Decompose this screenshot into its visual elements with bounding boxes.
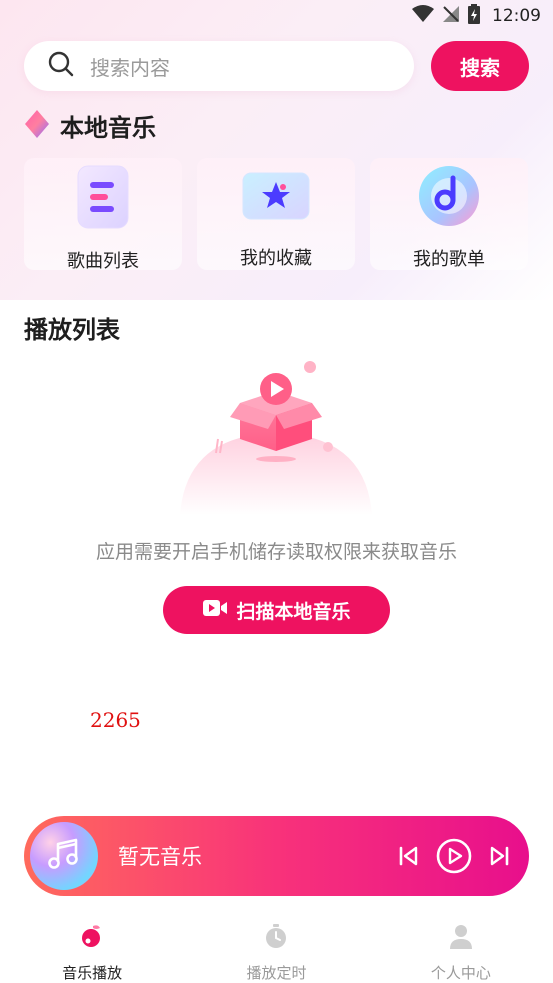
local-music-title: 本地音乐 [60, 114, 156, 142]
local-music-cards: 歌曲列表 我的收藏 我的歌单 [24, 158, 528, 272]
card-my-playlist[interactable]: 我的歌单 [370, 158, 528, 270]
timer-icon [262, 922, 290, 954]
player-controls [397, 816, 511, 896]
play-icon[interactable] [435, 837, 473, 875]
search-input[interactable]: 搜索内容 [24, 41, 414, 91]
diamond-logo-icon [24, 109, 50, 143]
search-icon [48, 51, 74, 81]
bottom-tab-bar: 音乐播放 播放定时 个人中心 [0, 910, 553, 983]
favorites-star-icon [241, 164, 311, 227]
playlist-title: 播放列表 [24, 316, 120, 344]
card-label-favorites: 我的收藏 [240, 248, 312, 269]
search-button[interactable]: 搜索 [431, 41, 529, 91]
person-icon [447, 922, 475, 954]
video-camera-icon [202, 598, 228, 623]
debug-number-text: 2265 [90, 708, 141, 732]
search-row: 搜索内容 搜索 [24, 41, 529, 91]
card-favorites[interactable]: 我的收藏 [197, 158, 355, 270]
tab-music-play[interactable]: 音乐播放 [0, 910, 184, 983]
battery-icon [468, 4, 480, 28]
scan-button-label: 扫描本地音乐 [236, 600, 351, 623]
music-play-icon [78, 922, 106, 954]
song-list-icon [76, 164, 130, 230]
permission-message: 应用需要开启手机储存读取权限来获取音乐 [95, 541, 457, 563]
mini-player[interactable]: 暂无音乐 [24, 816, 529, 896]
card-song-list[interactable]: 歌曲列表 [24, 158, 182, 272]
search-placeholder: 搜索内容 [90, 55, 170, 80]
album-art [30, 822, 98, 890]
local-music-header: 本地音乐 [24, 108, 156, 143]
tab-label-profile: 个人中心 [430, 964, 491, 982]
empty-box-illustration [176, 355, 376, 515]
card-label-my-playlist: 我的歌单 [413, 249, 485, 270]
tab-label-music-play: 音乐播放 [62, 964, 123, 982]
scan-local-music-button[interactable]: 扫描本地音乐 [163, 586, 390, 634]
tab-timer[interactable]: 播放定时 [184, 910, 368, 983]
card-label-song-list: 歌曲列表 [67, 251, 139, 272]
status-bar: 12:09 [0, 0, 553, 32]
status-time: 12:09 [492, 6, 541, 26]
next-track-icon[interactable] [487, 844, 511, 868]
player-track-title: 暂无音乐 [118, 845, 202, 869]
previous-track-icon[interactable] [397, 844, 421, 868]
playlist-disc-icon [417, 164, 481, 228]
wifi-icon [412, 5, 434, 27]
no-signal-icon [442, 5, 460, 27]
tab-label-timer: 播放定时 [246, 964, 307, 982]
tab-profile[interactable]: 个人中心 [369, 910, 553, 983]
music-note-icon [46, 836, 82, 876]
